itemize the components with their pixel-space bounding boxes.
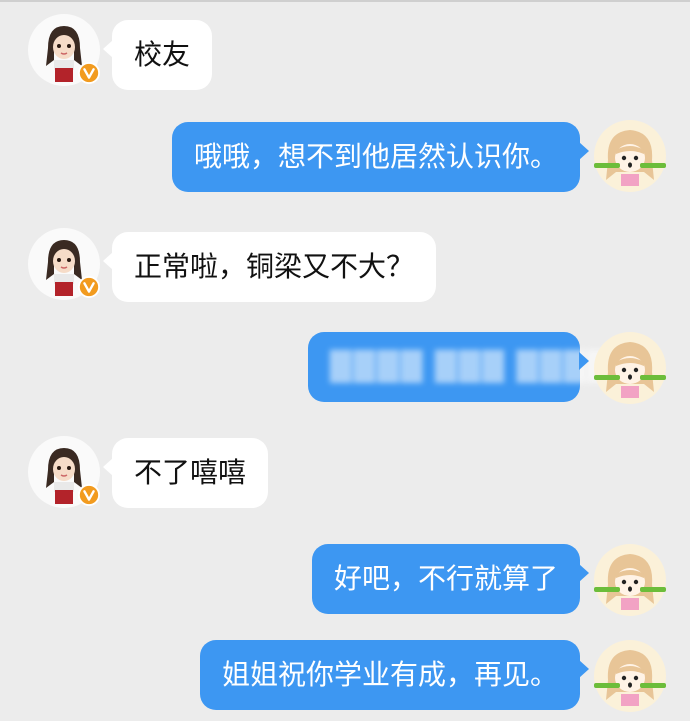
message-bubble-self[interactable]: 好吧，不行就算了 (311, 544, 590, 614)
obscured-text: ████ ███ ████ (330, 350, 611, 383)
cartoon-girl-avatar-icon (594, 120, 666, 192)
message-row-self: 姐姐祝你学业有成，再见。 (0, 636, 690, 716)
message-bubble-other[interactable]: 正常啦，铜梁又不大？ (102, 232, 437, 302)
other-avatar[interactable] (28, 228, 100, 300)
top-divider (0, 0, 690, 2)
cartoon-girl-avatar-icon (594, 544, 666, 616)
self-avatar[interactable] (594, 544, 666, 616)
self-avatar[interactable] (594, 120, 666, 192)
other-avatar[interactable] (28, 436, 100, 508)
message-bubble-self[interactable]: 哦哦，想不到他居然认识你。 (171, 122, 590, 192)
verified-v-badge-icon (78, 276, 100, 298)
message-bubble-other[interactable]: 不了嘻嘻 (102, 438, 269, 508)
message-row-other: 校友 (0, 14, 690, 94)
verified-v-badge-icon (78, 62, 100, 84)
message-row-other: 不了嘻嘻 (0, 436, 690, 516)
cartoon-girl-avatar-icon (594, 332, 666, 404)
message-bubble-other[interactable]: 校友 (102, 20, 213, 90)
other-avatar[interactable] (28, 14, 100, 86)
message-row-self: 哦哦，想不到他居然认识你。 (0, 118, 690, 198)
message-row-self: ████ ███ ████ (0, 330, 690, 410)
cartoon-girl-avatar-icon (594, 640, 666, 712)
message-bubble-self[interactable]: 姐姐祝你学业有成，再见。 (199, 640, 590, 710)
verified-v-badge-icon (78, 484, 100, 506)
message-row-self: 好吧，不行就算了 (0, 542, 690, 622)
message-bubble-self-obscured[interactable]: ████ ███ ████ (308, 332, 609, 402)
self-avatar[interactable] (594, 332, 666, 404)
self-avatar[interactable] (594, 640, 666, 712)
message-row-other: 正常啦，铜梁又不大？ (0, 228, 690, 308)
